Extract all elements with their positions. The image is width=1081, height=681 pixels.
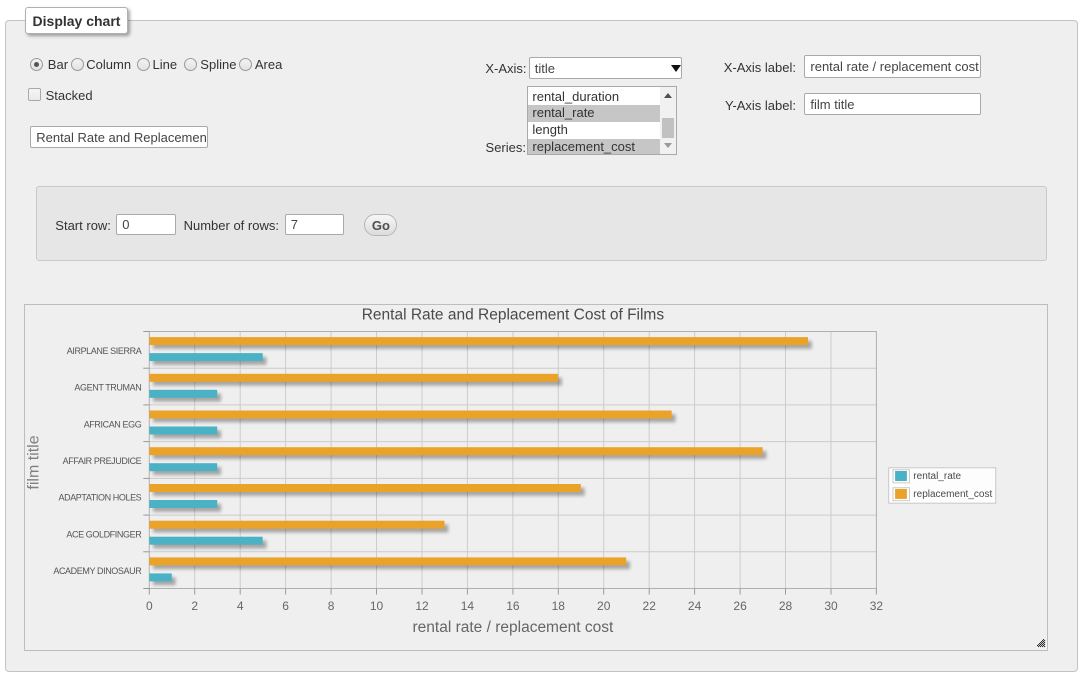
svg-text:10: 10 xyxy=(370,599,384,613)
svg-text:28: 28 xyxy=(779,599,793,613)
svg-text:30: 30 xyxy=(825,599,839,613)
svg-text:32: 32 xyxy=(870,599,884,613)
svg-text:20: 20 xyxy=(597,599,611,613)
svg-text:6: 6 xyxy=(282,599,289,613)
svg-text:ACE GOLDFINGER: ACE GOLDFINGER xyxy=(67,529,143,539)
svg-text:AFFAIR PREJUDICE: AFFAIR PREJUDICE xyxy=(63,456,142,466)
svg-text:AIRPLANE SIERRA: AIRPLANE SIERRA xyxy=(67,346,142,356)
svg-text:24: 24 xyxy=(688,599,702,613)
svg-text:Rental Rate and Replacement Co: Rental Rate and Replacement Cost of Film… xyxy=(362,307,665,324)
svg-text:0: 0 xyxy=(146,599,153,613)
svg-text:2: 2 xyxy=(192,599,199,613)
svg-text:26: 26 xyxy=(734,599,748,613)
svg-text:14: 14 xyxy=(461,599,475,613)
svg-text:film title: film title xyxy=(26,435,43,489)
svg-text:replacement_cost: replacement_cost xyxy=(913,489,992,500)
svg-text:rental rate / replacement cost: rental rate / replacement cost xyxy=(413,619,614,636)
svg-text:ADAPTATION HOLES: ADAPTATION HOLES xyxy=(59,493,142,503)
svg-text:16: 16 xyxy=(506,599,520,613)
svg-text:rental_rate: rental_rate xyxy=(913,471,961,482)
svg-text:12: 12 xyxy=(416,599,430,613)
svg-text:ACADEMY DINOSAUR: ACADEMY DINOSAUR xyxy=(54,566,143,576)
svg-text:22: 22 xyxy=(643,599,657,613)
svg-text:18: 18 xyxy=(552,599,566,613)
svg-text:AGENT TRUMAN: AGENT TRUMAN xyxy=(75,383,142,393)
svg-text:AFRICAN EGG: AFRICAN EGG xyxy=(84,419,142,429)
svg-text:8: 8 xyxy=(328,599,335,613)
svg-text:4: 4 xyxy=(237,599,244,613)
